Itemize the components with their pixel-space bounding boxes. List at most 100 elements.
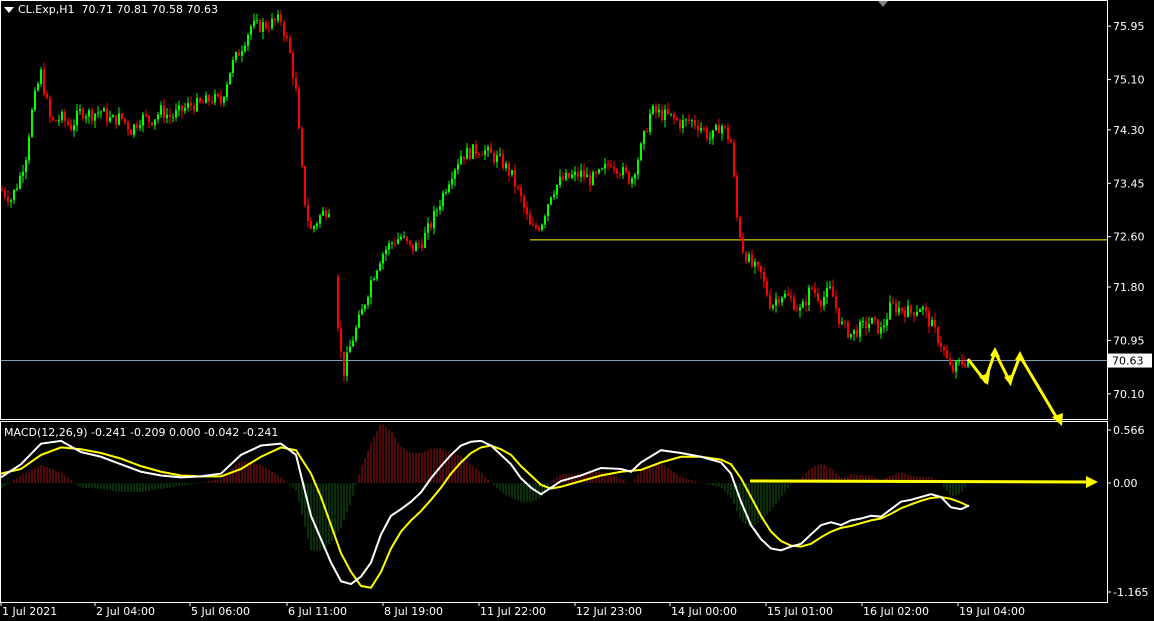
candle-body: [178, 105, 180, 111]
candle-body: [472, 144, 474, 159]
candle-body: [259, 19, 261, 32]
candle-body: [868, 323, 870, 329]
candle-body: [412, 244, 414, 252]
candle-body: [7, 196, 9, 202]
candle-body: [496, 155, 498, 163]
candle-body: [292, 52, 294, 79]
candle-body: [70, 124, 72, 131]
candle-body: [400, 236, 402, 240]
candle-body: [631, 178, 633, 184]
candle-body: [253, 20, 255, 27]
candle-body: [382, 254, 384, 264]
candle-body: [133, 124, 135, 135]
candle-body: [754, 262, 756, 267]
candle-body: [742, 237, 744, 253]
candle-body: [433, 210, 435, 228]
price-tick-label: 74.30: [1113, 124, 1145, 137]
price-axis: 75.95 75.10 74.30 73.45 72.60 71.80 70.95 70.10…: [1107, 20, 1152, 599]
candle-body: [373, 278, 375, 281]
candle-body: [247, 34, 249, 46]
candle-body: [655, 105, 657, 113]
candle-body: [67, 121, 69, 125]
candle-body: [658, 109, 660, 113]
candle-body: [220, 96, 222, 103]
candle-body: [118, 113, 120, 125]
candle-body: [214, 94, 216, 103]
time-tick-label: 11 Jul 22:00: [480, 605, 546, 618]
candle-body: [820, 300, 822, 307]
candle-body: [781, 297, 783, 303]
chart-header[interactable]: CL.Exp,H1 70.71 70.81 70.58 70.63: [4, 3, 218, 16]
candle-body: [691, 120, 693, 122]
candle-body: [607, 164, 609, 166]
candle-body: [931, 319, 933, 327]
trend-annotations: [749, 347, 1098, 488]
candle-body: [250, 26, 252, 35]
candle-body: [883, 325, 885, 328]
candle-body: [169, 114, 171, 118]
candle-body: [85, 116, 87, 119]
candle-body: [463, 156, 465, 160]
candle-body: [532, 224, 534, 226]
candle-body: [124, 118, 126, 123]
candle-body: [493, 152, 495, 163]
candle-body: [850, 334, 852, 338]
candle-body: [772, 305, 774, 309]
candle-body: [766, 281, 768, 296]
candle-body: [34, 90, 36, 110]
candle-body: [112, 115, 114, 118]
candle-body: [565, 172, 567, 180]
candle-body: [670, 113, 672, 115]
macd-panel[interactable]: [0, 421, 1108, 603]
candle-body: [127, 122, 129, 130]
candle-body: [514, 170, 516, 187]
candle-body: [241, 51, 243, 56]
candle-body: [736, 176, 738, 218]
candle-body: [172, 117, 174, 119]
candle-body: [763, 272, 765, 282]
candle-body: [184, 107, 186, 112]
candle-body: [1, 189, 3, 191]
candle-body: [451, 178, 453, 185]
candle-body: [208, 95, 210, 102]
candle-body: [46, 94, 48, 99]
candle-body: [61, 111, 63, 120]
candle-body: [577, 171, 579, 177]
dropdown-triangle-icon[interactable]: [4, 7, 14, 13]
price-tick-label: 71.80: [1113, 281, 1145, 294]
candle-body: [814, 288, 816, 294]
price-panel[interactable]: [0, 0, 1108, 420]
candle-body: [55, 120, 57, 122]
candle-body: [298, 88, 300, 129]
candle-body: [121, 113, 123, 119]
candle-body: [652, 105, 654, 114]
candle-body: [379, 263, 381, 271]
candle-body: [100, 111, 102, 113]
candle-body: [478, 154, 480, 156]
candle-body: [958, 360, 960, 362]
candle-body: [58, 119, 60, 122]
candle-body: [538, 227, 540, 231]
chart-canvas[interactable]: 75.95 75.10 74.30 73.45 72.60 71.80 70.95 70.10…: [0, 0, 1154, 621]
price-tick-label: 72.60: [1113, 231, 1145, 244]
candle-body: [865, 320, 867, 329]
candle-body: [295, 78, 297, 89]
candle-body: [937, 327, 939, 343]
candle-body: [640, 143, 642, 161]
candle-body: [64, 111, 66, 122]
candle-body: [136, 124, 138, 128]
candle-body: [394, 242, 396, 244]
candle-body: [181, 105, 183, 112]
candle-body: [715, 124, 717, 131]
candle-body: [430, 223, 432, 228]
candle-body: [325, 210, 327, 217]
candle-body: [775, 299, 777, 306]
candle-body: [745, 252, 747, 262]
candle-body: [265, 22, 267, 28]
candle-body: [139, 125, 141, 128]
candle-body: [844, 321, 846, 323]
current-price-label: 70.63: [1112, 355, 1144, 368]
candle-body: [274, 18, 276, 21]
candle-body: [583, 170, 585, 178]
candle-body: [568, 172, 570, 178]
